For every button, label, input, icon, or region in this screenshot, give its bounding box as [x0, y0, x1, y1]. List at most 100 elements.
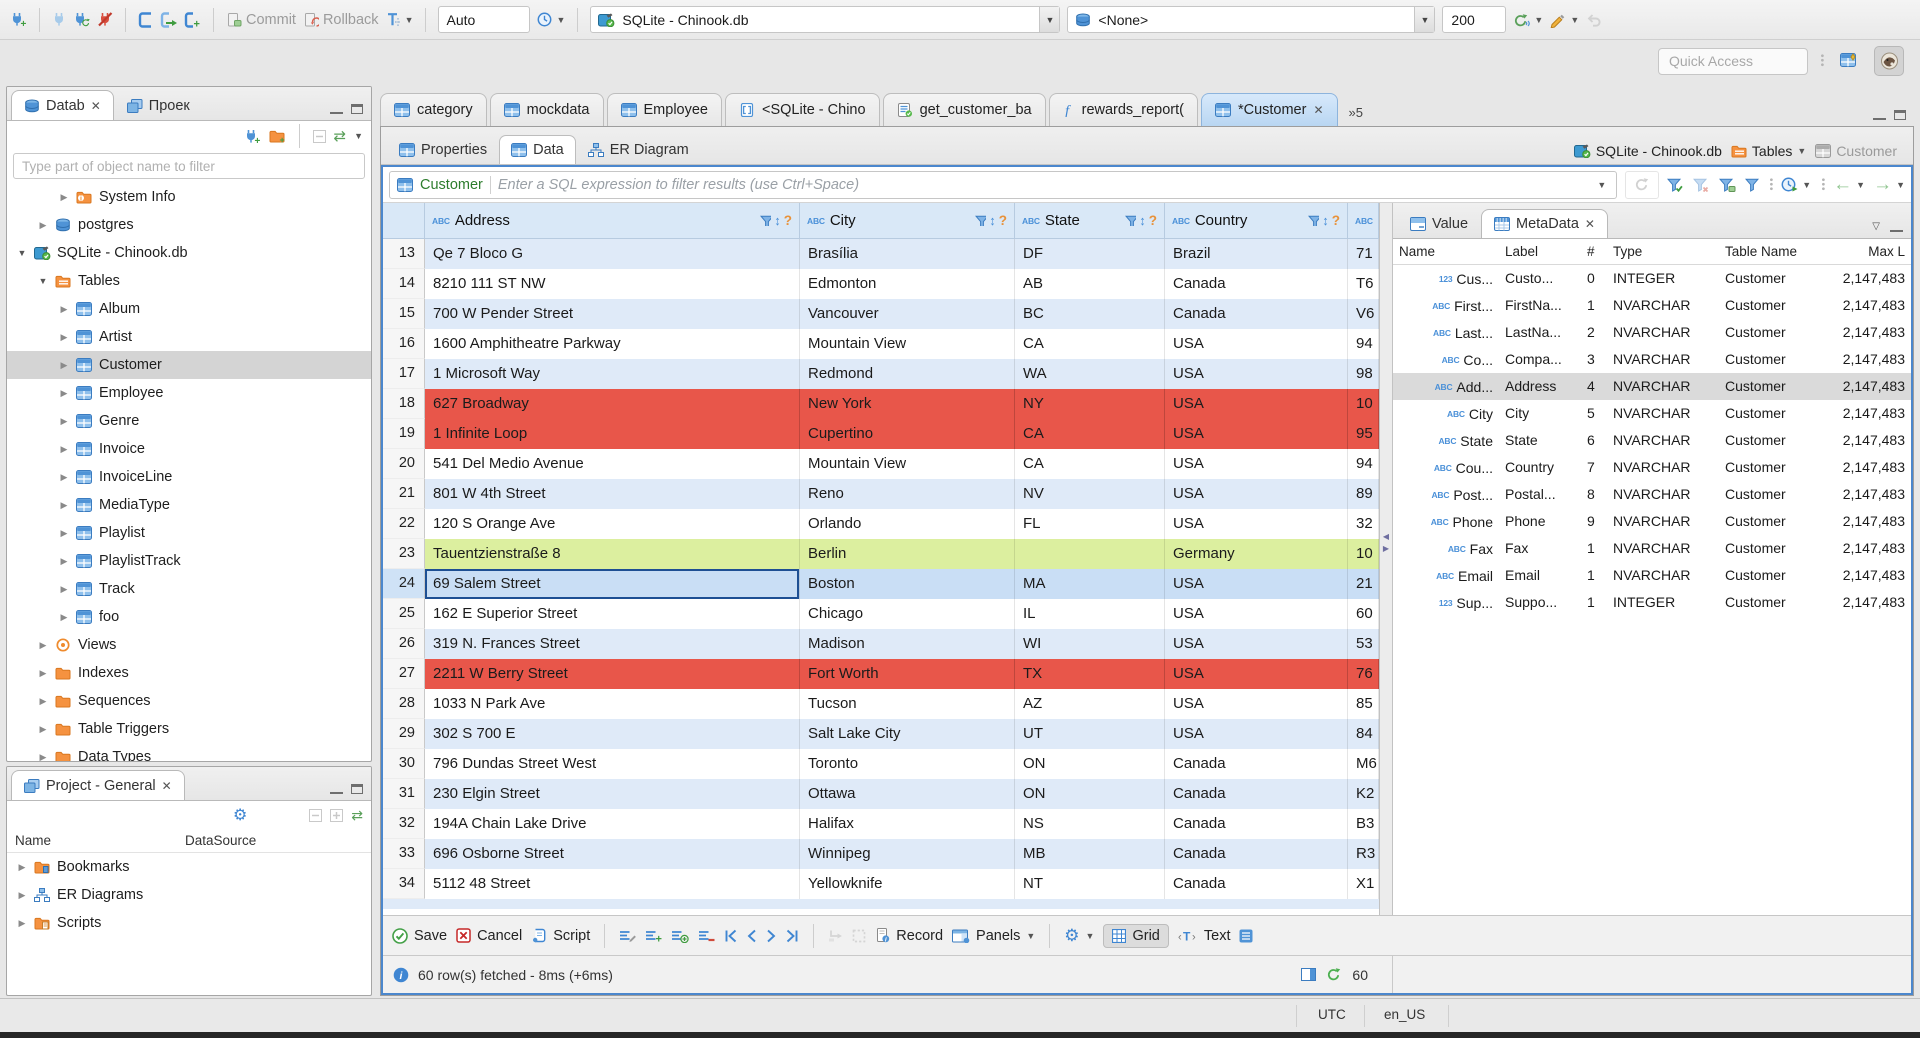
goto-row-button[interactable] [828, 929, 843, 942]
panel-sash[interactable]: ◀ ▶ [1379, 203, 1393, 915]
column-header-datasource[interactable]: DataSource [185, 833, 256, 848]
collapse-arrow-icon[interactable]: ▼ [15, 248, 29, 258]
gear-icon[interactable]: ⚙ [233, 805, 247, 825]
open-sql-editor-button[interactable] [160, 11, 177, 28]
grid-cell[interactable]: 94 [1348, 449, 1379, 479]
tree-item-data-types[interactable]: ▶ Data Types [7, 743, 371, 761]
grid-cell[interactable]: 60 [1348, 599, 1379, 629]
close-icon[interactable]: ✕ [162, 779, 172, 793]
connection-combo-arrow[interactable]: ▼ [1039, 7, 1060, 32]
tree-item-mediatype[interactable]: ▶ MediaType [7, 491, 371, 519]
object-filter-input[interactable] [13, 153, 365, 179]
metadata-row-compa[interactable]: ABC Co... Compa... 3 NVARCHAR Customer 2,147,4… [1393, 346, 1911, 373]
tree-item-invoiceline[interactable]: ▶ InvoiceLine [7, 463, 371, 491]
expand-arrow-icon[interactable]: ▶ [57, 360, 71, 371]
grid-cell[interactable]: Canada [1165, 749, 1348, 779]
dbeaver-perspective-button[interactable] [1874, 46, 1904, 76]
grid-cell[interactable]: 53 [1348, 629, 1379, 659]
grid-cell[interactable]: 5112 48 Street [425, 869, 800, 899]
grid-cell[interactable]: 700 W Pender Street [425, 299, 800, 329]
fetch-size-field[interactable]: 200 [1442, 6, 1507, 33]
collapse-all-icon[interactable] [309, 808, 323, 822]
metadata-row-phone[interactable]: ABC Phone Phone 9 NVARCHAR Customer 2,147,483 [1393, 508, 1911, 535]
editor-tab-employee[interactable]: Employee [606, 93, 722, 126]
minimize-icon[interactable] [1873, 110, 1886, 120]
row-number[interactable]: 16 [383, 329, 425, 359]
panel-toggle-icon[interactable] [1301, 968, 1317, 981]
edit-row-button[interactable] [619, 929, 637, 943]
grid-cell[interactable]: Tucson [800, 689, 1015, 719]
grid-cell[interactable]: Cupertino [800, 419, 1015, 449]
expand-arrow-icon[interactable]: ▶ [57, 444, 71, 455]
tree-item-album[interactable]: ▶ Album [7, 295, 371, 323]
commit-button[interactable]: Commit [226, 12, 296, 28]
grid-cell[interactable]: 194A Chain Lake Drive [425, 809, 800, 839]
grid-cell[interactable]: R3 [1348, 839, 1379, 869]
grid-cell[interactable]: Fort Worth [800, 659, 1015, 689]
tab-data[interactable]: Data [499, 135, 576, 164]
row-number[interactable]: 32 [383, 809, 425, 839]
grid-cell[interactable]: 801 W 4th Street [425, 479, 800, 509]
grid-cell[interactable]: 1 Infinite Loop [425, 419, 800, 449]
close-icon[interactable]: ✕ [91, 99, 101, 113]
row-number[interactable]: 25 [383, 599, 425, 629]
column-hint-icon[interactable]: ? [1149, 213, 1157, 228]
row-number[interactable]: 24 [383, 569, 425, 599]
transaction-log-button[interactable]: ▼ [537, 12, 565, 27]
tab-database-navigator[interactable]: Datab ✕ [11, 90, 114, 120]
editor-tab-sqlite-chino[interactable]: <SQLite - Chino [724, 93, 880, 126]
grid-cell[interactable]: Halifax [800, 809, 1015, 839]
grid-cell[interactable]: DF [1015, 239, 1165, 269]
grid-cell[interactable]: 32 [1348, 509, 1379, 539]
auto-refresh-icon[interactable] [1326, 967, 1342, 982]
breadcrumb-item-tables[interactable]: Tables ▼ [1731, 143, 1806, 159]
last-row-button[interactable] [785, 929, 799, 943]
grid-cell[interactable]: Mountain View [800, 329, 1015, 359]
grid-cell[interactable]: 69 Salem Street [425, 569, 800, 599]
format-button[interactable]: ▼ [1550, 12, 1579, 28]
grid-cell[interactable]: Orlando [800, 509, 1015, 539]
previous-row-button[interactable] [747, 929, 757, 943]
collapse-all-icon[interactable] [312, 129, 326, 143]
view-menu-icon[interactable]: ▼ [354, 131, 363, 141]
cancel-button[interactable]: Cancel [456, 928, 522, 944]
minimize-icon[interactable] [1890, 222, 1903, 232]
grid-cell[interactable]: 2211 W Berry Street [425, 659, 800, 689]
expand-arrow-icon[interactable]: ▶ [57, 332, 71, 343]
link-editor-icon[interactable]: ⇄ [334, 127, 347, 145]
project-item-scripts[interactable]: ▶ Scripts [7, 909, 371, 937]
zoom-cell-button[interactable] [852, 929, 866, 943]
grid-cell[interactable]: 1 Microsoft Way [425, 359, 800, 389]
filter-funnel-icon[interactable] [760, 215, 772, 226]
expand-arrow-icon[interactable]: ▶ [15, 890, 29, 901]
sql-filter-field[interactable]: Customer Enter a SQL expression to filte… [389, 170, 1618, 199]
grid-cell[interactable]: K2 [1348, 779, 1379, 809]
metadata-row-address[interactable]: ABC Add... Address 4 NVARCHAR Customer 2,147,4… [1393, 373, 1911, 400]
sort-icon[interactable]: ↕ [1322, 213, 1329, 228]
new-sql-editor-button[interactable]: + [184, 11, 201, 28]
grid-cell[interactable] [1015, 539, 1165, 569]
column-header-city[interactable]: ABC City ↕? [800, 203, 1015, 238]
tree-item-artist[interactable]: ▶ Artist [7, 323, 371, 351]
nav-forward-button[interactable]: → ▼ [1873, 175, 1905, 194]
tree-item-playlisttrack[interactable]: ▶ PlaylistTrack [7, 547, 371, 575]
row-number[interactable]: 13 [383, 239, 425, 269]
new-connection-button[interactable]: + [10, 12, 27, 27]
row-number[interactable]: 29 [383, 719, 425, 749]
record-mode-button[interactable]: i Record [875, 928, 943, 944]
remove-filter-icon[interactable] [1693, 178, 1710, 192]
grid-cell[interactable]: Germany [1165, 539, 1348, 569]
editor-tab-category[interactable]: category [380, 93, 487, 126]
expand-arrow-icon[interactable]: ▶ [36, 724, 50, 735]
expand-arrow-icon[interactable]: ▶ [57, 528, 71, 539]
grid-cell[interactable]: Tauentzienstraße 8 [425, 539, 800, 569]
breadcrumb-item-sqlite-chinook-db[interactable]: SQLite - Chinook.db [1573, 143, 1722, 159]
row-number[interactable]: 33 [383, 839, 425, 869]
grid-cell[interactable]: 84 [1348, 719, 1379, 749]
reconnect-button[interactable] [73, 12, 91, 27]
row-number[interactable]: 14 [383, 269, 425, 299]
filter-funnel-icon[interactable] [975, 215, 987, 226]
grid-cell[interactable]: ON [1015, 749, 1165, 779]
text-mode-button[interactable]: ‹ T › Text [1178, 928, 1231, 944]
row-number[interactable]: 30 [383, 749, 425, 779]
